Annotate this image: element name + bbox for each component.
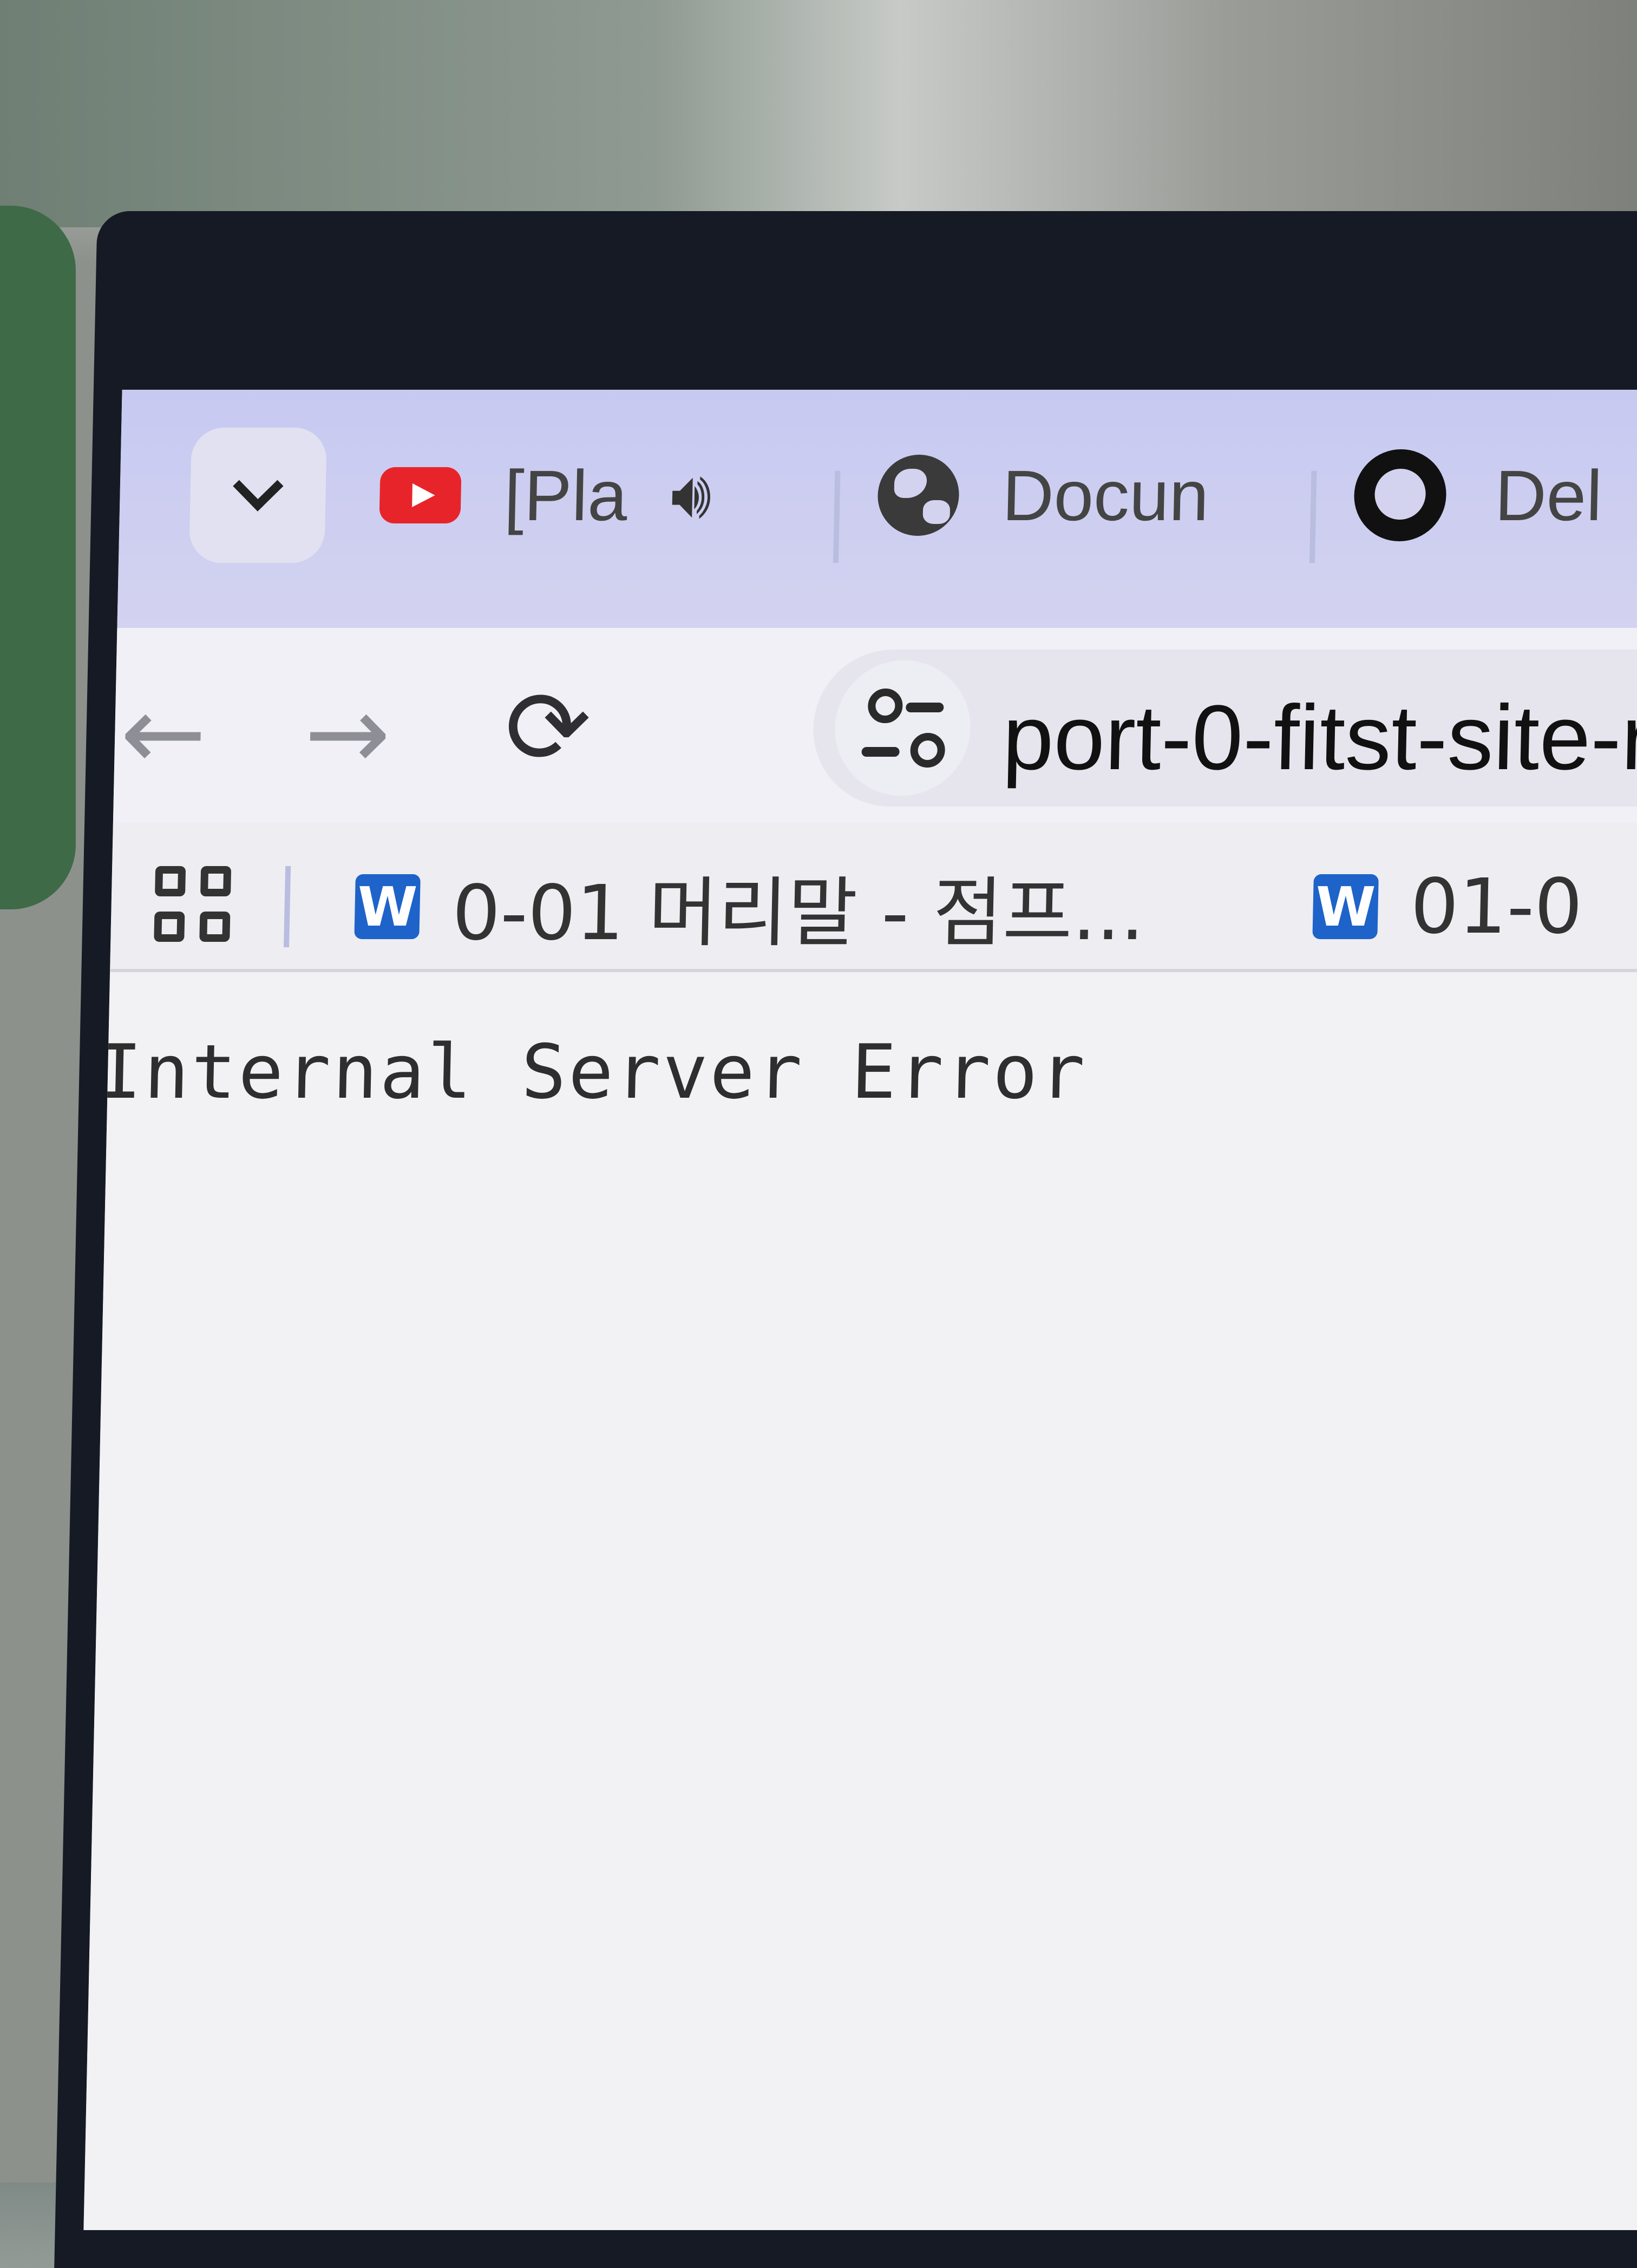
bookmark-item[interactable]: W 0-01 머리말 - 점프... — [354, 866, 1145, 958]
apps-grid-icon[interactable] — [154, 866, 232, 942]
tab-label: [Pla — [503, 455, 628, 535]
tab-docs[interactable]: Docun — [876, 455, 1210, 536]
globe-icon — [876, 455, 960, 536]
tab-separator — [833, 471, 841, 563]
bookmark-label: 01-0 — [1409, 862, 1584, 951]
wikidocs-icon: W — [1312, 874, 1379, 939]
tab-label: Del — [1494, 455, 1603, 535]
forward-button[interactable]: → — [303, 673, 392, 793]
reload-button[interactable]: ⟳ — [503, 668, 592, 788]
url-text[interactable]: port-0-fitst-site-r — [1001, 685, 1637, 791]
wikidocs-icon: W — [354, 874, 421, 939]
background-plant — [0, 206, 76, 909]
bookmark-label: 0-01 머리말 - 점프... — [451, 869, 1146, 958]
tab-youtube[interactable]: [Pla 🔊︎ — [379, 455, 712, 536]
github-icon — [1353, 449, 1448, 541]
youtube-icon — [379, 467, 462, 523]
background-wall — [0, 0, 1637, 227]
tab-label: Docun — [1001, 455, 1210, 535]
tab-strip: [Pla 🔊︎ Docun Del — [117, 390, 1637, 628]
page-content — [83, 972, 1637, 2230]
browser-window: [Pla 🔊︎ Docun Del ← → ⟳ port-0-fitst-sit… — [83, 390, 1637, 2230]
tab-separator — [1309, 471, 1317, 563]
speaker-icon[interactable]: 🔊︎ — [670, 457, 713, 533]
tab-search-button[interactable] — [188, 428, 328, 563]
chevron-down-icon — [233, 461, 284, 512]
bookmark-item[interactable]: W 01-0 — [1312, 863, 1583, 951]
error-message: Internal Server Error — [96, 1028, 1088, 1116]
back-button[interactable]: ← — [119, 673, 208, 793]
tab-github[interactable]: Del — [1353, 449, 1603, 541]
